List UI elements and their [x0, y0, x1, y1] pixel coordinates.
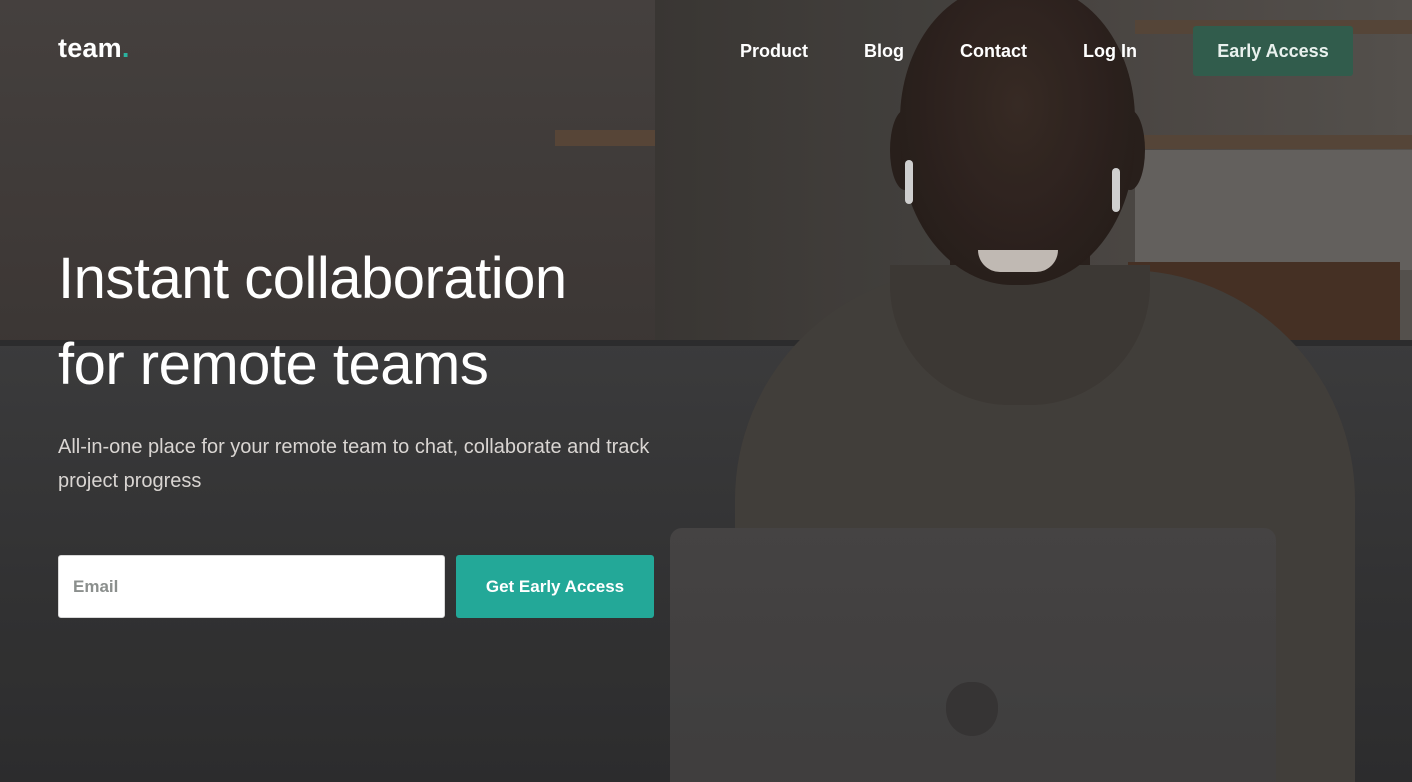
- nav-link-login[interactable]: Log In: [1083, 26, 1137, 76]
- nav-link-product[interactable]: Product: [740, 26, 808, 76]
- hero-title-line-1: Instant collaboration: [58, 246, 567, 311]
- brand-dot: .: [121, 33, 130, 63]
- get-early-access-button[interactable]: Get Early Access: [456, 555, 654, 618]
- nav-link-blog[interactable]: Blog: [864, 26, 904, 76]
- brand-logo[interactable]: team.: [58, 33, 130, 64]
- main-nav: Product Blog Contact Log In Early Access: [740, 26, 1353, 76]
- hero-title: Instant collaboration for remote teams: [58, 236, 698, 408]
- hero-subtitle: All-in-one place for your remote team to…: [58, 436, 650, 492]
- nav-link-contact[interactable]: Contact: [960, 26, 1027, 76]
- early-access-button[interactable]: Early Access: [1193, 26, 1353, 76]
- brand-name: team: [58, 33, 122, 63]
- email-input[interactable]: [58, 555, 445, 618]
- hero-title-line-2: for remote teams: [58, 332, 489, 397]
- signup-form: Get Early Access: [58, 555, 654, 618]
- hero-section: Instant collaboration for remote teams A…: [58, 236, 698, 498]
